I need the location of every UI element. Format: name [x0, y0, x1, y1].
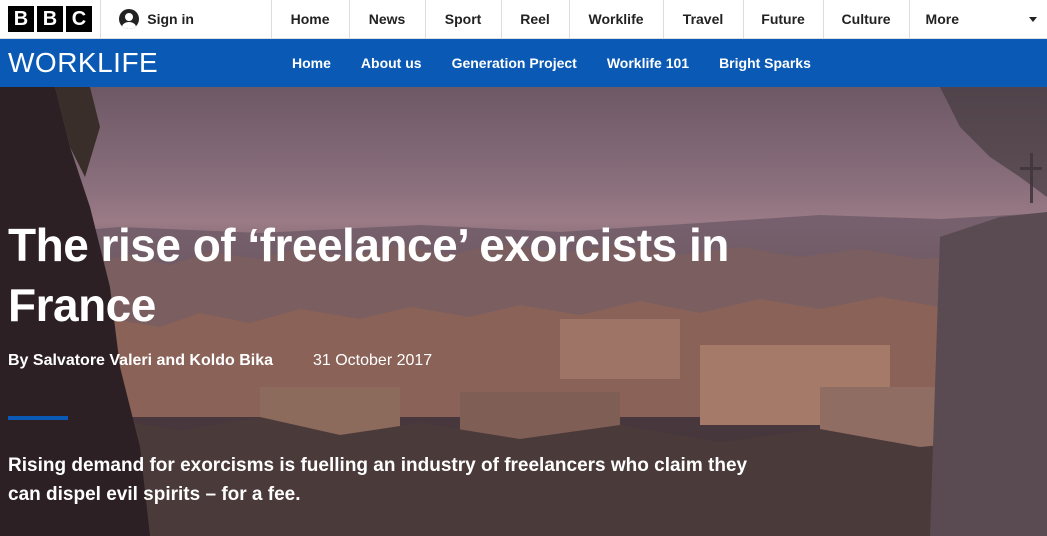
article-title: The rise of ‘freelance’ exorcists in Fra… — [8, 219, 729, 331]
section-nav-home[interactable]: Home — [277, 55, 346, 71]
article-summary: Rising demand for exorcisms is fuelling … — [8, 455, 748, 505]
user-icon — [119, 9, 140, 29]
section-nav: Home About us Generation Project Worklif… — [277, 55, 826, 71]
section-nav-worklife-101[interactable]: Worklife 101 — [592, 55, 704, 71]
bbc-logo[interactable]: B B C — [0, 0, 100, 38]
nav-travel[interactable]: Travel — [662, 0, 743, 38]
global-header: B B C Sign in Home News Sport Reel Workl… — [0, 0, 1047, 39]
hero-banner: The rise of ‘freelance’ exorcists in Fra… — [0, 87, 1047, 536]
section-nav-bright-sparks[interactable]: Bright Sparks — [704, 55, 826, 71]
nav-sport[interactable]: Sport — [424, 0, 501, 38]
article-date: 31 October 2017 — [312, 352, 433, 369]
article-authors: By Salvatore Valeri and Koldo Bika — [8, 352, 273, 369]
chevron-down-icon — [1029, 16, 1037, 22]
global-nav: Home News Sport Reel Worklife Travel Fut… — [270, 0, 1047, 38]
sign-in-label: Sign in — [147, 11, 194, 27]
section-header: WORKLIFE Home About us Generation Projec… — [0, 39, 1047, 87]
article-byline: By Salvatore Valeri and Koldo Bika 31 Oc… — [8, 352, 432, 370]
sign-in-button[interactable]: Sign in — [100, 0, 270, 38]
nav-news[interactable]: News — [348, 0, 425, 38]
section-nav-about[interactable]: About us — [346, 55, 437, 71]
logo-letter-b1: B — [8, 6, 34, 32]
nav-more-button[interactable]: More — [908, 0, 1047, 38]
accent-divider — [8, 416, 68, 420]
logo-letter-b2: B — [37, 6, 63, 32]
section-title[interactable]: WORKLIFE — [0, 47, 277, 79]
nav-reel[interactable]: Reel — [500, 0, 569, 38]
nav-future[interactable]: Future — [742, 0, 823, 38]
section-nav-generation-project[interactable]: Generation Project — [437, 55, 592, 71]
nav-culture[interactable]: Culture — [822, 0, 909, 38]
nav-home[interactable]: Home — [270, 0, 349, 38]
nav-more-label: More — [925, 11, 959, 27]
logo-letter-c: C — [66, 6, 92, 32]
nav-worklife[interactable]: Worklife — [568, 0, 663, 38]
